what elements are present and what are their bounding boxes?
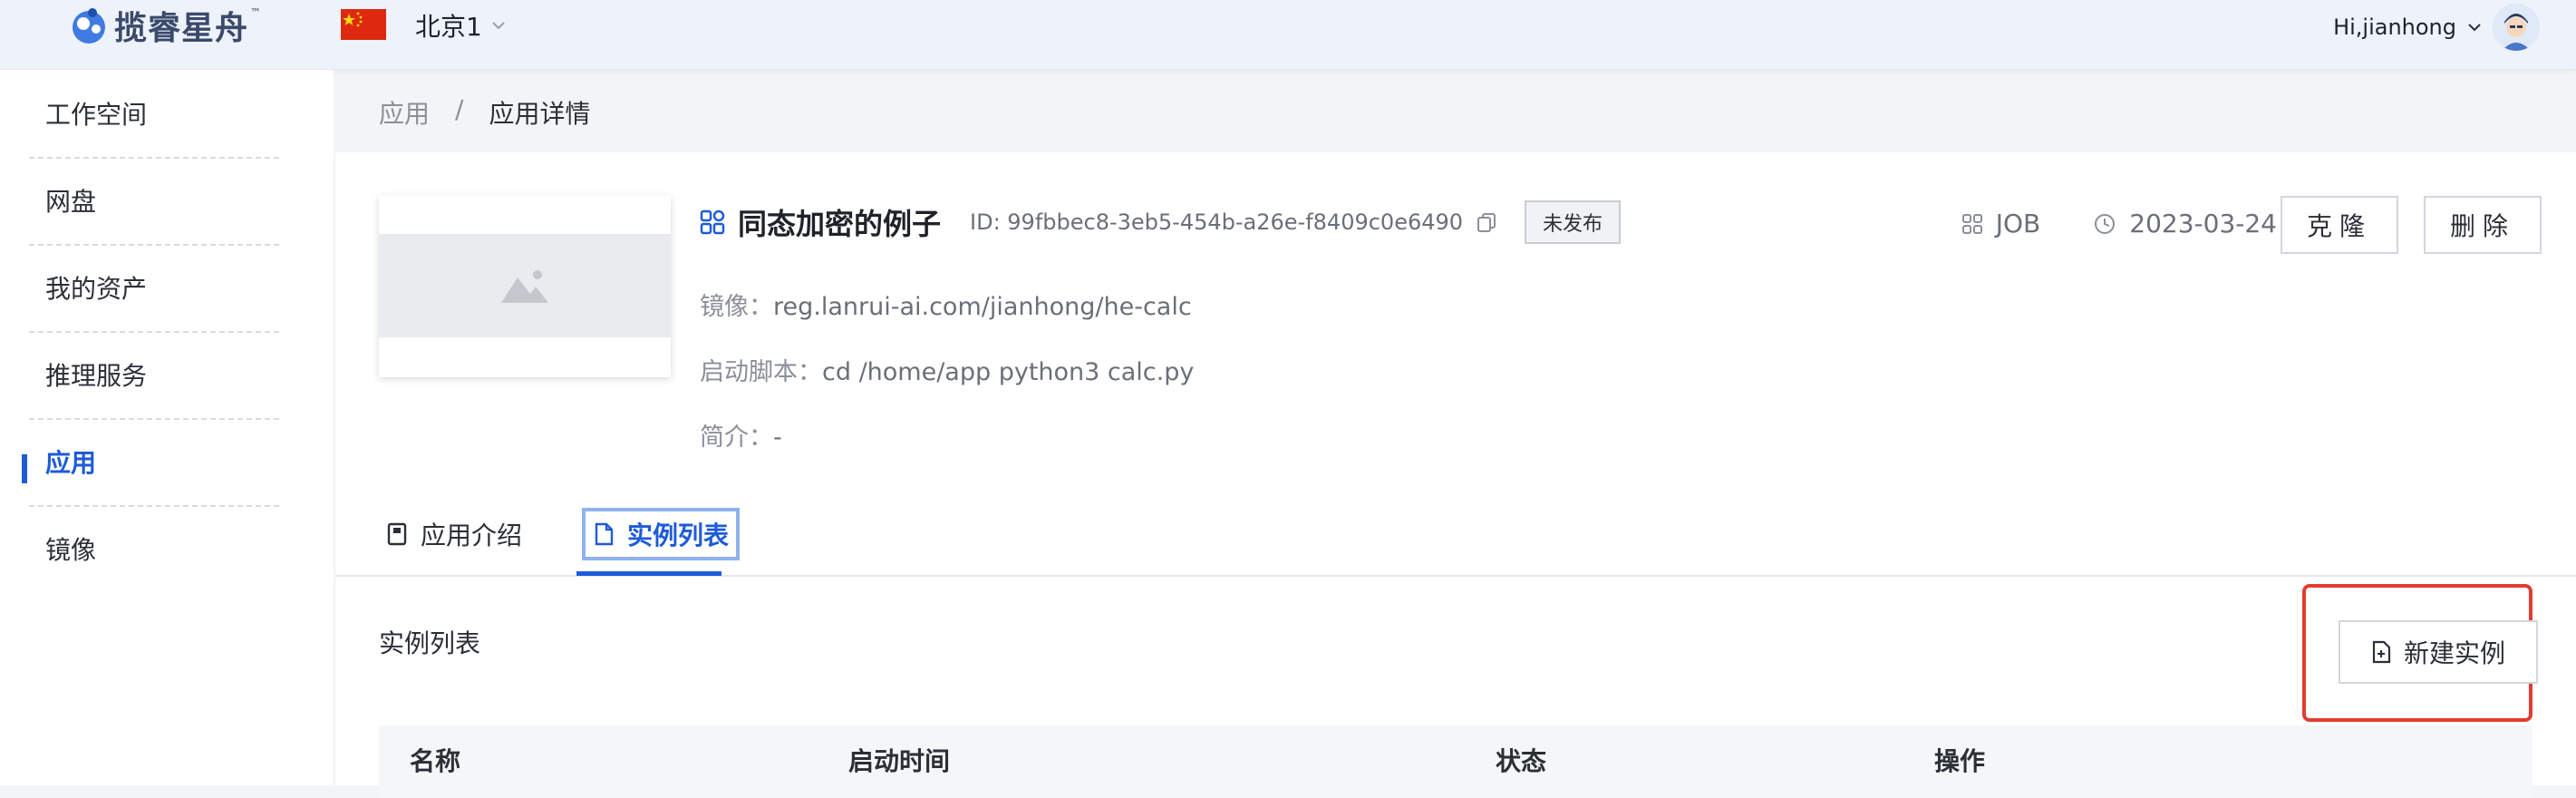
- region-selector[interactable]: 北京1: [415, 7, 506, 44]
- app-date: 2023-03-24: [2129, 209, 2277, 238]
- intro-label: 简介：: [700, 423, 773, 452]
- clone-button[interactable]: 克隆: [2281, 196, 2398, 254]
- sidebar-item-label: 镜像: [45, 535, 97, 565]
- copy-icon[interactable]: [1476, 211, 1497, 233]
- sidebar: 工作空间 网盘 我的资产 推理服务 应用 镜像: [0, 70, 334, 785]
- app-type: JOB: [1995, 209, 2041, 238]
- tab-bar: 应用介绍 实例列表: [379, 508, 741, 560]
- column-header-name: 名称: [410, 746, 461, 776]
- file-icon: [595, 522, 614, 546]
- sidebar-item-label: 我的资产: [45, 274, 148, 304]
- sidebar-item-my-assets[interactable]: 我的资产: [29, 244, 279, 333]
- column-header-start-time: 启动时间: [848, 746, 951, 776]
- breadcrumb: 应用 / 应用详情: [379, 94, 590, 131]
- script-info: 启动脚本：cd /home/app python3 calc.py: [700, 352, 1194, 387]
- sidebar-item-netdisk[interactable]: 网盘: [29, 157, 279, 246]
- script-value: cd /home/app python3 calc.py: [822, 358, 1195, 386]
- user-greeting: Hi,jianhong: [2333, 15, 2456, 40]
- sidebar-item-images[interactable]: 镜像: [29, 505, 279, 592]
- app-thumbnail: [379, 196, 671, 377]
- sidebar-item-apps[interactable]: 应用: [29, 418, 279, 507]
- image-label: 镜像：: [700, 293, 773, 321]
- avatar-icon: [2493, 4, 2540, 51]
- intro-value: -: [773, 423, 782, 452]
- tab-label: 应用介绍: [421, 521, 523, 550]
- user-menu[interactable]: Hi,jianhong: [2333, 4, 2540, 51]
- status-badge: 未发布: [1525, 200, 1622, 244]
- app-id: ID: 99fbbec8-3eb5-454b-a26e-f8409c0e6490: [970, 209, 1464, 235]
- chevron-down-icon: [2468, 24, 2481, 32]
- breadcrumb-current: 应用详情: [489, 99, 591, 129]
- grid-icon: [1961, 213, 1982, 234]
- delete-button[interactable]: 删除: [2424, 196, 2542, 254]
- app-grid-icon: [700, 209, 725, 235]
- app-title-row: 同态加密的例子 ID: 99fbbec8-3eb5-454b-a26e-f840…: [700, 200, 1622, 244]
- logo[interactable]: 揽睿星舟 ™: [69, 2, 261, 49]
- logo-icon: [73, 8, 105, 44]
- add-file-icon: [2372, 640, 2391, 664]
- sidebar-item-label: 推理服务: [45, 361, 148, 391]
- app-meta: JOB 2023-03-24: [1961, 209, 2277, 238]
- script-label: 启动脚本：: [700, 358, 822, 386]
- top-header: 揽睿星舟 ™ 北京1 Hi,jianhong: [0, 0, 2576, 70]
- column-header-actions: 操作: [1934, 746, 1986, 776]
- image-placeholder-icon: [501, 270, 548, 303]
- sidebar-item-inference[interactable]: 推理服务: [29, 331, 279, 420]
- region-label: 北京1: [415, 12, 482, 42]
- sidebar-item-workspace[interactable]: 工作空间: [29, 70, 279, 159]
- image-info: 镜像：reg.lanrui-ai.com/jianhong/he-calc: [700, 287, 1192, 322]
- app-title: 同态加密的例子: [738, 207, 942, 241]
- tab-instance-list[interactable]: 实例列表: [582, 508, 741, 560]
- tab-label: 实例列表: [627, 521, 730, 550]
- logo-trademark: ™: [250, 6, 262, 19]
- sidebar-item-label: 网盘: [45, 187, 97, 217]
- china-flag-icon: [341, 9, 386, 40]
- breadcrumb-parent[interactable]: 应用: [379, 94, 430, 131]
- chevron-down-icon: [492, 22, 505, 30]
- intro-info: 简介：-: [700, 417, 782, 453]
- app-detail-panel: 同态加密的例子 ID: 99fbbec8-3eb5-454b-a26e-f840…: [335, 152, 2576, 798]
- active-tab-underline: [576, 571, 721, 576]
- image-value: reg.lanrui-ai.com/jianhong/he-calc: [773, 293, 1192, 321]
- clock-icon: [2095, 213, 2116, 234]
- document-icon: [387, 522, 407, 546]
- breadcrumb-separator: /: [455, 94, 464, 124]
- tab-app-intro[interactable]: 应用介绍: [379, 508, 529, 560]
- column-header-status: 状态: [1496, 746, 1547, 776]
- instance-table-header: 名称 启动时间 状态 操作: [379, 725, 2532, 798]
- logo-text: 揽睿星舟: [114, 10, 249, 47]
- sidebar-item-label: 应用: [45, 448, 97, 478]
- avatar[interactable]: [2493, 4, 2540, 51]
- new-instance-button[interactable]: 新建实例: [2339, 620, 2538, 684]
- new-instance-label: 新建实例: [2403, 638, 2505, 668]
- section-title: 实例列表: [379, 628, 481, 658]
- sidebar-item-label: 工作空间: [45, 100, 148, 130]
- active-indicator: [22, 454, 27, 483]
